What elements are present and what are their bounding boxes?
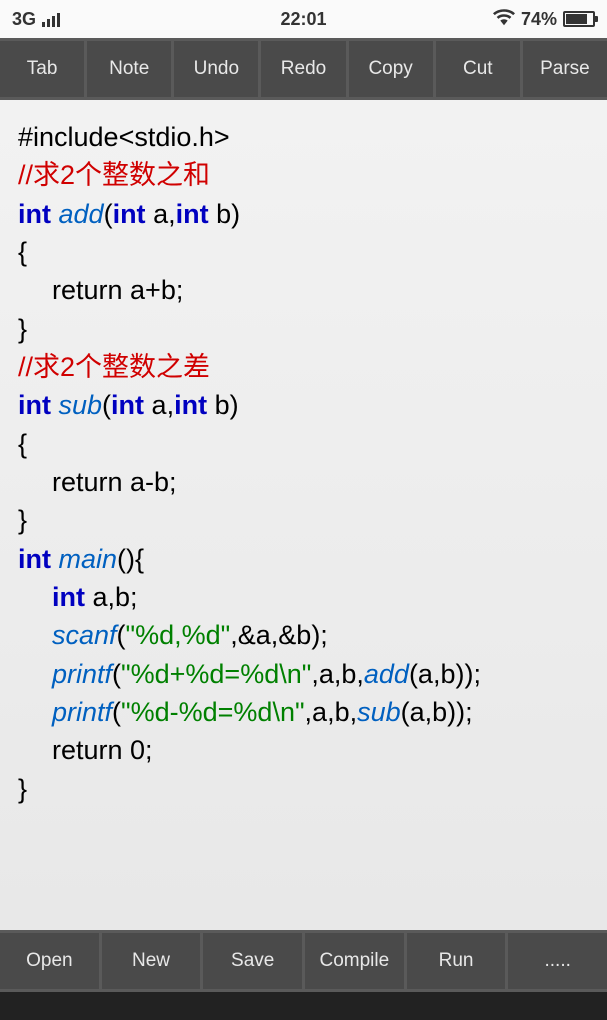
signal-icon — [42, 11, 60, 27]
code-line: int main(){ — [18, 540, 589, 578]
new-button[interactable]: New — [102, 933, 201, 989]
open-button[interactable]: Open — [0, 933, 99, 989]
code-line: int add(int a,int b) — [18, 195, 589, 233]
code-line: } — [18, 501, 589, 539]
code-line: #include<stdio.h> — [18, 118, 589, 156]
battery-icon — [563, 11, 595, 27]
note-button[interactable]: Note — [87, 41, 171, 97]
wifi-icon — [493, 8, 515, 31]
code-line: { — [18, 233, 589, 271]
cut-button[interactable]: Cut — [436, 41, 520, 97]
code-line: } — [18, 310, 589, 348]
status-right: 74% — [493, 8, 595, 31]
code-line: return a-b; — [18, 463, 589, 501]
code-line: { — [18, 425, 589, 463]
parse-button[interactable]: Parse — [523, 41, 607, 97]
code-line: int a,b; — [18, 578, 589, 616]
compile-button[interactable]: Compile — [305, 933, 404, 989]
code-line: return 0; — [18, 731, 589, 769]
top-toolbar: Tab Note Undo Redo Copy Cut Parse — [0, 38, 607, 100]
more-button[interactable]: ..... — [508, 933, 607, 989]
code-line: //求2个整数之差 — [18, 348, 589, 386]
battery-pct: 74% — [521, 9, 557, 30]
code-line: return a+b; — [18, 271, 589, 309]
tab-button[interactable]: Tab — [0, 41, 84, 97]
code-line: //求2个整数之和 — [18, 156, 589, 194]
copy-button[interactable]: Copy — [349, 41, 433, 97]
status-left: 3G — [12, 9, 60, 30]
footer-strip — [0, 992, 607, 1020]
status-bar: 3G 22:01 74% — [0, 0, 607, 38]
save-button[interactable]: Save — [203, 933, 302, 989]
network-label: 3G — [12, 9, 36, 30]
undo-button[interactable]: Undo — [174, 41, 258, 97]
code-editor[interactable]: #include<stdio.h> //求2个整数之和 int add(int … — [0, 100, 607, 930]
bottom-toolbar: Open New Save Compile Run ..... — [0, 930, 607, 992]
code-line: int sub(int a,int b) — [18, 386, 589, 424]
code-line: } — [18, 770, 589, 808]
code-line: scanf("%d,%d",&a,&b); — [18, 616, 589, 654]
run-button[interactable]: Run — [407, 933, 506, 989]
clock: 22:01 — [280, 9, 326, 30]
redo-button[interactable]: Redo — [261, 41, 345, 97]
code-line: printf("%d+%d=%d\n",a,b,add(a,b)); — [18, 655, 589, 693]
code-line: printf("%d-%d=%d\n",a,b,sub(a,b)); — [18, 693, 589, 731]
